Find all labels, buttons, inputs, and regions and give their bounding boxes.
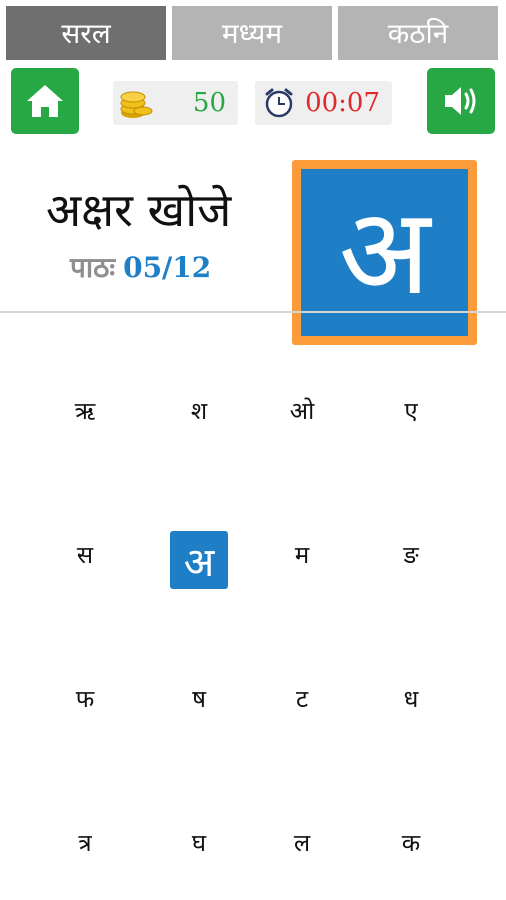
speaker-icon bbox=[445, 87, 476, 115]
letter-tile[interactable]: ऋ bbox=[56, 381, 114, 439]
lesson-label: पाठः bbox=[70, 251, 116, 284]
tab-easy[interactable]: सरल bbox=[6, 6, 166, 60]
tab-hard[interactable]: कठनि bbox=[338, 6, 498, 60]
timer-value: 00:07 bbox=[305, 88, 380, 118]
coins-display: 50 bbox=[113, 81, 238, 125]
level-tabs: सरल मध्यम कठनि bbox=[0, 0, 506, 62]
letter-tile[interactable]: ङ bbox=[382, 525, 440, 583]
task-title: अक्षर खोजे bbox=[46, 183, 232, 237]
letter-tile[interactable]: म bbox=[273, 525, 331, 583]
letter-tile[interactable]: ओ bbox=[273, 381, 331, 439]
alarm-clock-icon bbox=[265, 88, 293, 118]
lesson-value: 05/12 bbox=[123, 251, 212, 284]
letter-tile[interactable]: फ bbox=[56, 669, 114, 727]
timer-display: 00:07 bbox=[255, 81, 392, 125]
divider bbox=[0, 311, 506, 313]
tab-medium[interactable]: मध्यम bbox=[172, 6, 332, 60]
letter-tile[interactable]: ध bbox=[382, 669, 440, 727]
letter-tile[interactable]: ए bbox=[382, 381, 440, 439]
home-icon bbox=[27, 85, 63, 117]
letter-tile[interactable]: क bbox=[382, 813, 440, 871]
letter-tile[interactable]: ष bbox=[170, 669, 228, 727]
sound-button[interactable] bbox=[427, 68, 495, 134]
home-button[interactable] bbox=[11, 68, 79, 134]
letter-tile[interactable]: श bbox=[170, 381, 228, 439]
coin-stack-icon bbox=[120, 91, 153, 118]
letter-tile[interactable]: ल bbox=[273, 813, 331, 871]
coin-count: 50 bbox=[192, 88, 226, 118]
letter-tile-selected[interactable]: अ bbox=[170, 531, 228, 589]
letter-tile[interactable]: स bbox=[56, 525, 114, 583]
letter-tile[interactable]: त्र bbox=[56, 813, 114, 871]
lesson-progress: पाठः 05/12 bbox=[70, 248, 211, 286]
letter-tile[interactable]: ट bbox=[273, 669, 331, 727]
letter-grid: ऋ श ओ ए स अ म ङ फ ष ट ध त्र घ ल क bbox=[0, 340, 506, 900]
letter-tile[interactable]: घ bbox=[170, 813, 228, 871]
target-letter-card: अ bbox=[292, 160, 477, 345]
